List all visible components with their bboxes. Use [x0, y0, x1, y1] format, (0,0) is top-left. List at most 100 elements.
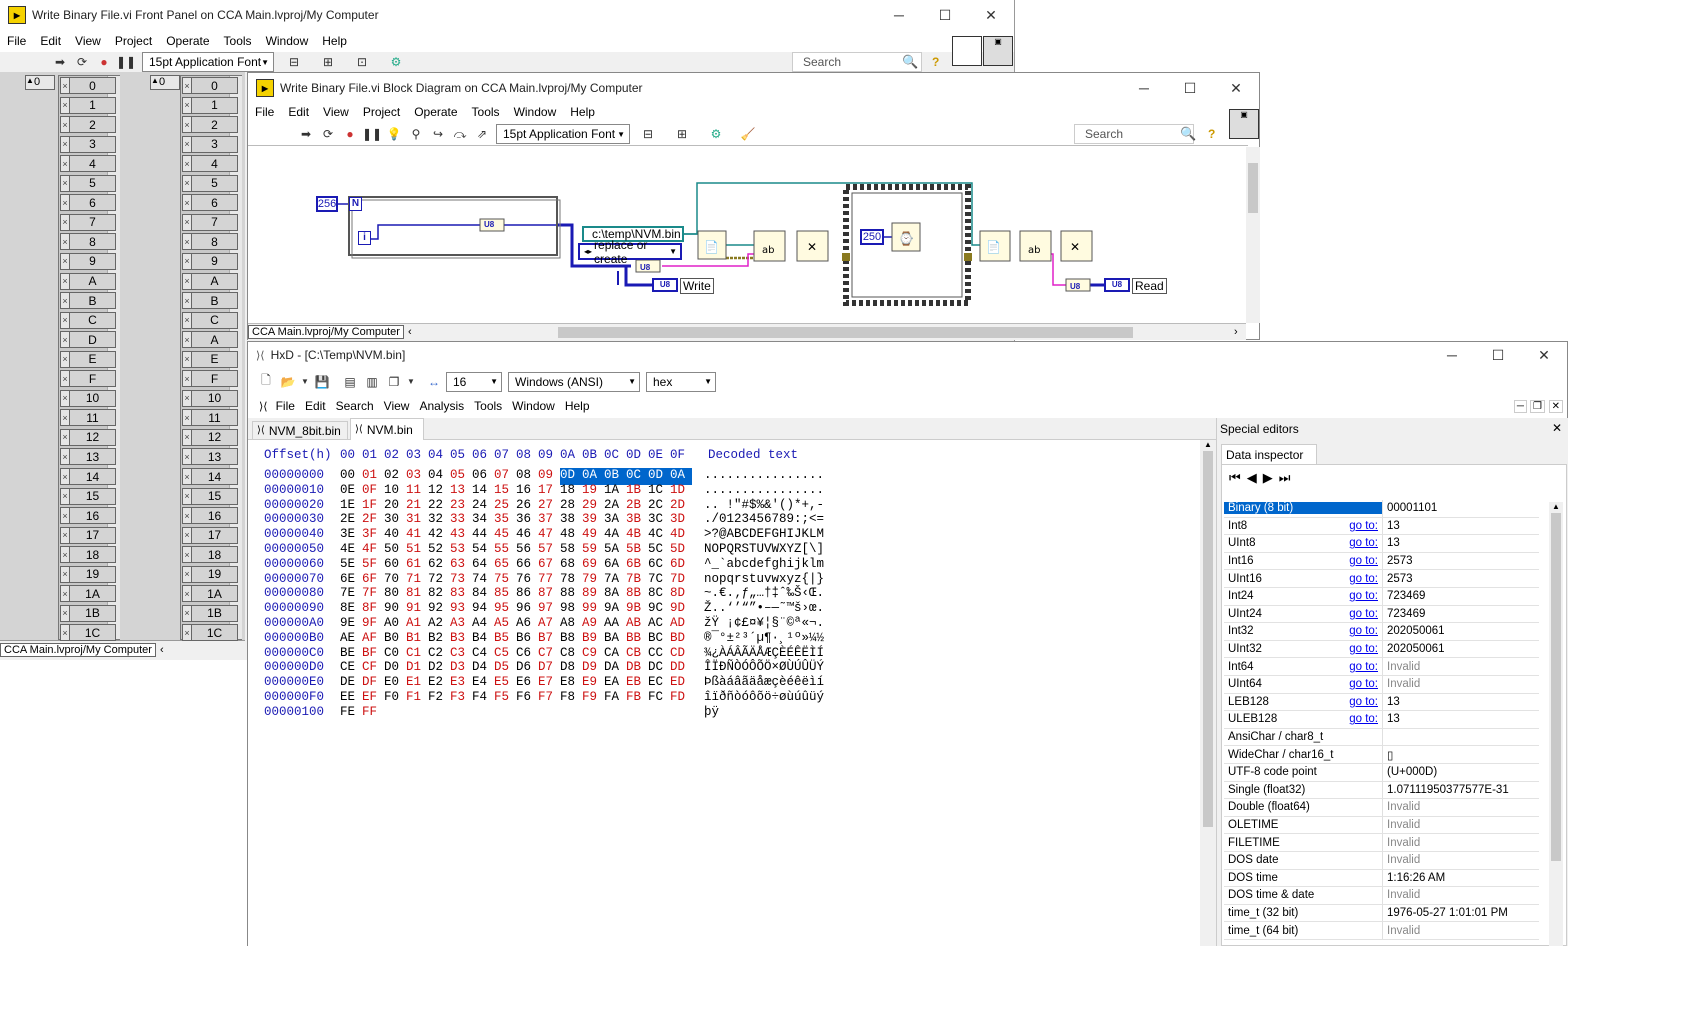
index-decrement[interactable]: ▲ [151, 76, 159, 89]
menu-search[interactable]: Search [331, 399, 379, 413]
goto-link[interactable]: go to: [1349, 643, 1378, 655]
increment-icon[interactable]: × [183, 550, 191, 560]
distribute-objects-icon[interactable]: ⊞ [318, 52, 338, 72]
first-icon[interactable]: ⏮ [1229, 470, 1241, 486]
increment-icon[interactable]: × [183, 608, 191, 618]
hscroll-thumb[interactable] [558, 326, 1133, 338]
align-objects-icon[interactable]: ⊟ [638, 124, 658, 144]
increment-icon[interactable]: × [61, 335, 69, 345]
increment-icon[interactable]: × [61, 276, 69, 286]
increment-icon[interactable]: × [61, 159, 69, 169]
menu-view[interactable]: View [379, 399, 415, 413]
array-element[interactable]: × 1C [60, 624, 116, 642]
increment-icon[interactable]: × [61, 120, 69, 130]
chevron-down-icon[interactable]: ▼ [300, 372, 310, 392]
menu-tools[interactable]: Tools [465, 105, 507, 119]
increment-icon[interactable]: × [61, 81, 69, 91]
abort-icon[interactable]: ● [340, 124, 360, 144]
menu-view[interactable]: View [68, 34, 108, 48]
array-element[interactable]: × 2 [182, 116, 238, 134]
array-element[interactable]: × 1A [182, 585, 238, 603]
array-element[interactable]: × 16 [60, 507, 116, 525]
increment-icon[interactable]: × [61, 374, 69, 384]
compare-icon[interactable]: ❐ [384, 372, 404, 392]
minimize-icon[interactable]: ─ [1121, 73, 1167, 103]
array-element[interactable]: × 1B [60, 604, 116, 622]
increment-icon[interactable]: × [183, 296, 191, 306]
run-continuously-icon[interactable]: ⟳ [72, 52, 92, 72]
array-element[interactable]: × 6 [60, 194, 116, 212]
array-element[interactable]: × 13 [182, 448, 238, 466]
increment-icon[interactable]: × [61, 198, 69, 208]
open-disk-icon[interactable]: ▤ [340, 372, 360, 392]
operation-enum[interactable]: ◂▸ replace or create ▼ [578, 238, 682, 266]
menu-help[interactable]: Help [563, 105, 602, 119]
array-element[interactable]: × 15 [182, 487, 238, 505]
increment-icon[interactable]: × [183, 530, 191, 540]
hex-row[interactable]: 00000100 FE FF þÿ [264, 705, 719, 722]
menu-file[interactable]: File [271, 399, 300, 413]
help-icon[interactable]: ? [1208, 127, 1215, 141]
const-wait-ms[interactable]: 250 [860, 229, 884, 245]
decoded-text[interactable]: þÿ [704, 705, 719, 722]
increment-icon[interactable]: × [183, 569, 191, 579]
increment-icon[interactable]: × [183, 374, 191, 384]
menu-edit[interactable]: Edit [281, 105, 316, 119]
scroll-thumb[interactable] [1551, 513, 1561, 861]
increment-icon[interactable]: × [183, 237, 191, 247]
help-icon[interactable]: ? [932, 55, 939, 69]
close-icon[interactable]: ✕ [1552, 421, 1562, 435]
increment-icon[interactable]: × [61, 608, 69, 618]
array-element[interactable]: × 4 [182, 155, 238, 173]
array-element[interactable]: × 8 [60, 233, 116, 251]
menu-tools[interactable]: Tools [217, 34, 259, 48]
font-selector[interactable]: 15pt Application Font ▼ [142, 52, 274, 72]
increment-icon[interactable]: × [183, 335, 191, 345]
increment-icon[interactable]: × [61, 569, 69, 579]
goto-link[interactable]: go to: [1349, 555, 1378, 567]
step-out-icon[interactable]: ⇗ [472, 124, 492, 144]
inspector-row[interactable]: Int32 go to: 202050061 [1224, 623, 1539, 641]
increment-icon[interactable]: × [183, 139, 191, 149]
increment-icon[interactable]: × [183, 178, 191, 188]
inspector-row[interactable]: DOS date Invalid [1224, 852, 1539, 870]
array-element[interactable]: × 17 [60, 526, 116, 544]
increment-icon[interactable]: × [61, 237, 69, 247]
search-icon[interactable]: 🔍 [902, 54, 918, 70]
array-element[interactable]: × A [60, 272, 116, 290]
last-icon[interactable]: ⏭ [1279, 470, 1291, 486]
mdi-minimize-icon[interactable]: ─ [1513, 399, 1527, 413]
minimize-icon[interactable]: ─ [876, 0, 922, 30]
index-decrement[interactable]: ▲ [26, 76, 34, 89]
inspector-row[interactable]: DOS time 1:16:26 AM [1224, 869, 1539, 888]
goto-link[interactable]: go to: [1349, 520, 1378, 532]
increment-icon[interactable]: × [183, 159, 191, 169]
clean-up-diagram-icon[interactable]: 🧹 [738, 124, 758, 144]
pause-icon[interactable]: ❚❚ [116, 52, 136, 72]
array-element[interactable]: × E [60, 350, 116, 368]
increment-icon[interactable]: × [183, 393, 191, 403]
array-element[interactable]: × D [60, 331, 116, 349]
pause-icon[interactable]: ❚❚ [362, 124, 382, 144]
increment-icon[interactable]: × [61, 511, 69, 521]
vi-connector-pane[interactable] [952, 36, 982, 66]
menu-view[interactable]: View [316, 105, 356, 119]
increment-icon[interactable]: × [183, 198, 191, 208]
array-element[interactable]: × 3 [182, 135, 238, 153]
increment-icon[interactable]: × [61, 393, 69, 403]
array-element[interactable]: × 0 [60, 77, 116, 94]
goto-link[interactable]: go to: [1349, 696, 1378, 708]
scroll-thumb[interactable] [1248, 163, 1258, 213]
array-element[interactable]: × F [60, 370, 116, 388]
array-element[interactable]: × A [182, 272, 238, 290]
array-element[interactable]: × B [60, 292, 116, 310]
goto-link[interactable]: go to: [1349, 713, 1378, 725]
array-element[interactable]: × 0 [182, 77, 238, 94]
array-element[interactable]: × 9 [60, 252, 116, 270]
inspector-row[interactable]: ULEB128 go to: 13 [1224, 711, 1539, 729]
search-icon[interactable]: 🔍 [1180, 126, 1196, 142]
array-element[interactable]: × 6 [182, 194, 238, 212]
decoded-text[interactable]: îïðñòóôõö÷øùúûüý [704, 690, 824, 707]
diagram-vscroll[interactable] [1246, 147, 1260, 323]
bytes-per-row-select[interactable]: 16 ▼ [446, 371, 502, 392]
